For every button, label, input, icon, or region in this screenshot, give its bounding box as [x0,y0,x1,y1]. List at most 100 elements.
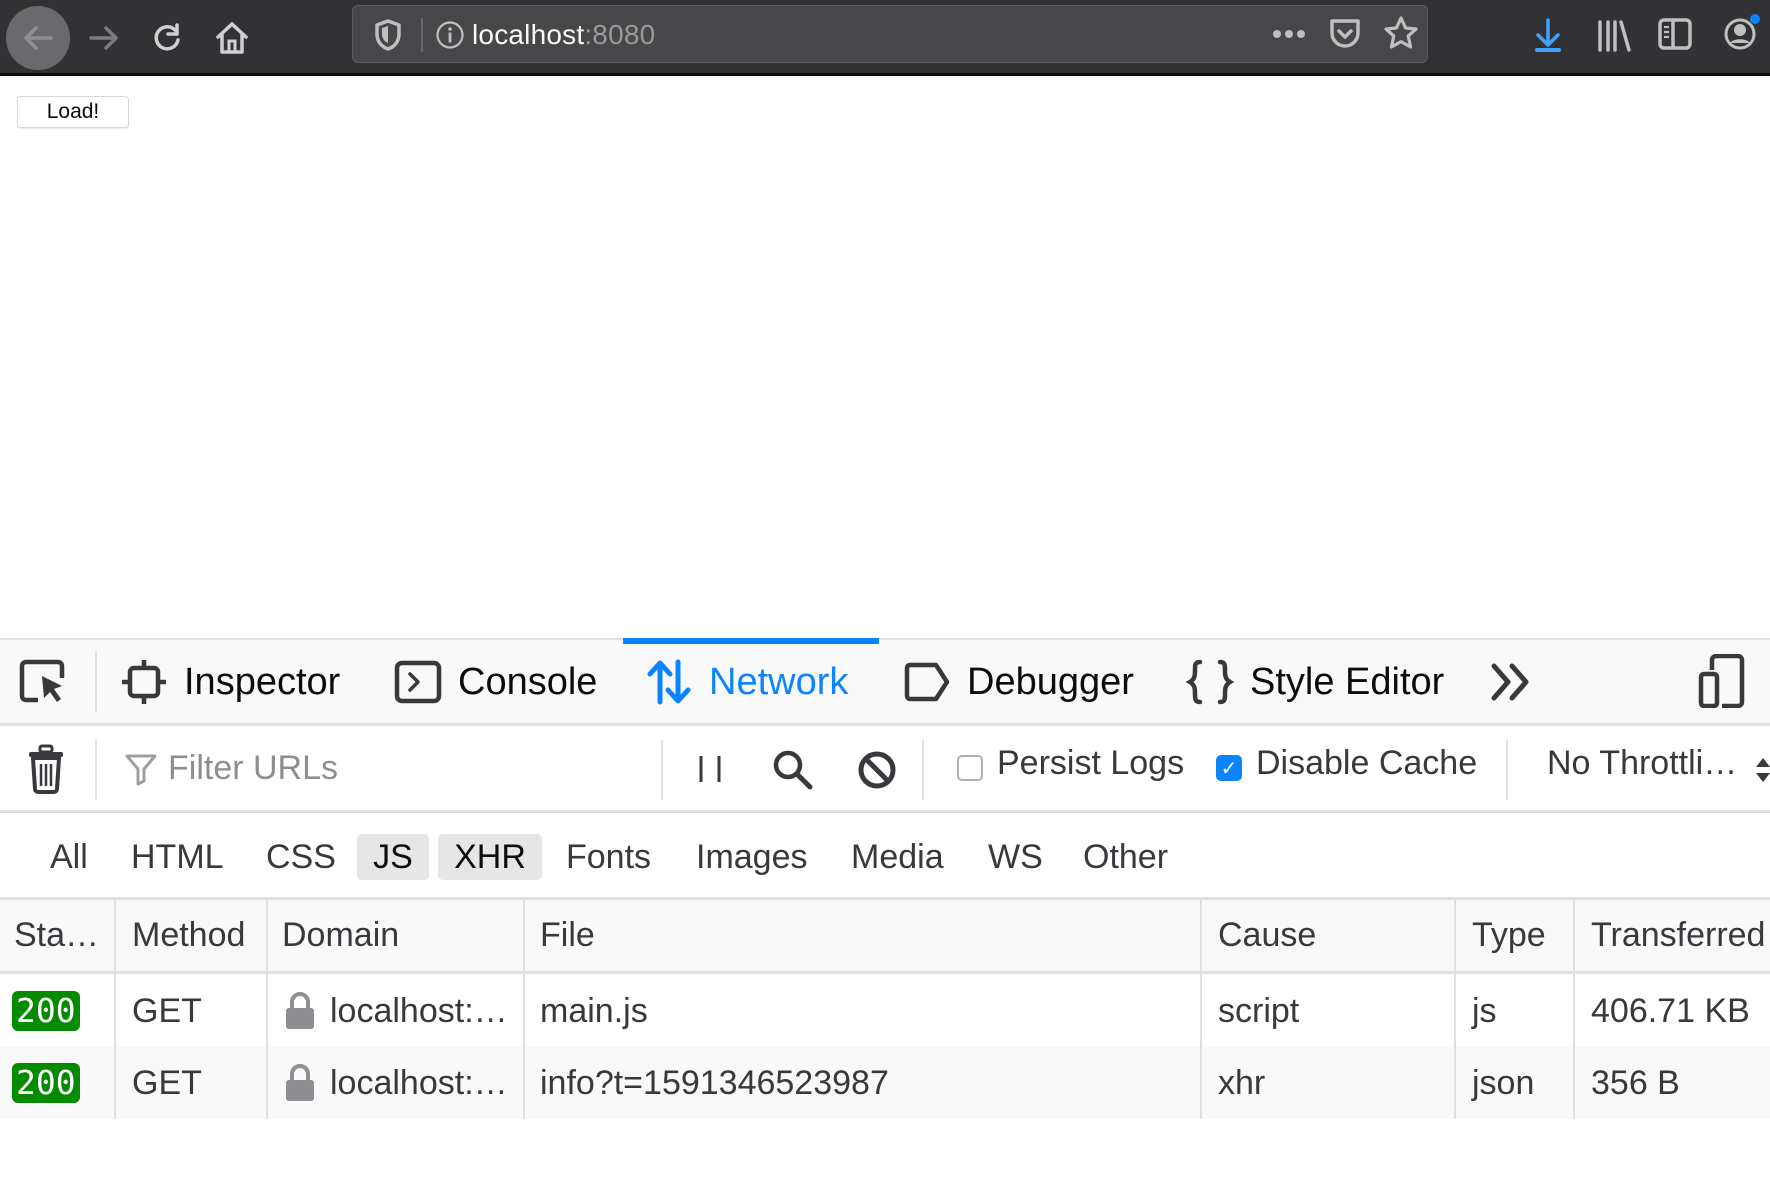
column-header-type[interactable]: Type [1456,900,1573,971]
column-header-domain[interactable]: Domain [268,900,523,971]
load-button[interactable]: Load! [17,96,129,128]
tab-label: Debugger [967,660,1134,703]
status-cell: 200 [0,1047,114,1119]
domain-text: localhost:… [330,1063,508,1102]
column-header-cause[interactable]: Cause [1202,900,1454,971]
status-cell: 200 [0,975,114,1047]
filter-html[interactable]: HTML [121,834,234,880]
back-icon [24,26,53,50]
account-button[interactable] [1722,14,1762,54]
back-button[interactable] [6,6,70,70]
responsive-design-icon [1698,653,1745,709]
tab-network[interactable]: Network [623,638,879,724]
block-requests-button[interactable] [856,749,898,791]
site-info-icon[interactable] [435,20,465,50]
tab-label: Console [458,660,598,703]
column-header-status[interactable]: Sta… [0,900,114,971]
url-bar[interactable]: localhost:8080 [352,5,1428,63]
status-badge: 200 [12,1063,80,1103]
bookmark-star-icon[interactable] [1383,15,1419,51]
column-resizer[interactable] [1200,900,1202,1119]
status-badge: 200 [12,991,80,1031]
throttling-value: No Throttli… [1547,744,1738,782]
request-type-filters: All HTML CSS JS XHR Fonts Images Media W… [0,813,1770,900]
tracking-protection-shield-icon[interactable] [373,18,403,52]
page-actions-ellipsis-icon[interactable] [1271,28,1307,40]
element-picker-icon [19,659,65,703]
persist-logs-label[interactable]: Persist Logs [997,744,1184,783]
filter-ws[interactable]: WS [978,834,1053,880]
funnel-icon [125,754,157,786]
filter-urls-input[interactable]: Filter URLs [118,736,658,800]
filter-label: HTML [131,837,224,876]
responsive-design-mode-button[interactable] [1698,653,1746,709]
column-header-transferred[interactable]: Transferred [1575,900,1770,971]
cause-cell: script [1218,991,1300,1030]
downloads-icon[interactable] [1531,17,1565,53]
select-arrows-icon[interactable] [1756,756,1770,784]
type-cell: js [1472,991,1497,1030]
filter-fonts[interactable]: Fonts [556,834,661,880]
tab-debugger[interactable]: Debugger [903,640,1134,724]
toolbar-divider [922,740,924,800]
search-button[interactable] [771,748,815,792]
devtools-panel: Inspector Console Network Debugger Style… [0,638,1770,1198]
filter-other[interactable]: Other [1073,834,1178,880]
filter-css[interactable]: CSS [256,834,346,880]
column-resizer[interactable] [1454,900,1456,1119]
file-cell: info?t=1591346523987 [540,1063,889,1102]
column-header-file[interactable]: File [525,900,1200,971]
pause-button[interactable] [694,750,726,790]
column-resizer[interactable] [523,900,525,1119]
network-arrows-icon [645,658,693,706]
cause-cell: xhr [1218,1063,1266,1102]
url-text[interactable]: localhost:8080 [472,19,655,51]
filter-xhr[interactable]: XHR [438,834,542,880]
element-picker-button[interactable] [18,658,74,708]
method-cell: GET [132,991,202,1030]
tab-console[interactable]: Console [394,640,597,724]
filter-label: All [50,837,88,876]
disable-cache-checkbox[interactable]: ✓ [1216,755,1242,781]
filter-js[interactable]: JS [357,834,429,880]
column-resizer[interactable] [266,900,268,1119]
lock-icon [286,1064,314,1101]
pause-icon [699,756,721,782]
filter-media[interactable]: Media [841,834,954,880]
filter-placeholder: Filter URLs [168,748,339,787]
filter-label: XHR [454,837,526,876]
inspector-icon [120,658,168,706]
checkmark-icon: ✓ [1220,757,1238,780]
filter-label: Media [851,837,944,876]
forward-icon [89,26,118,50]
type-cell: json [1472,1063,1535,1102]
reload-button[interactable] [136,6,200,70]
tab-inspector[interactable]: Inspector [120,640,340,724]
tab-divider [95,652,97,712]
double-chevron-right-icon [1491,663,1529,701]
search-icon [773,750,813,790]
filter-images[interactable]: Images [686,834,818,880]
transferred-cell: 406.71 KB [1591,991,1750,1030]
library-icon[interactable] [1596,18,1632,52]
sidebar-icon[interactable] [1658,18,1692,50]
disable-cache-label[interactable]: Disable Cache [1256,744,1477,783]
forward-button[interactable] [72,6,136,70]
url-port: :8080 [584,19,656,50]
network-toolbar: Filter URLs Persist Logs ✓ Disable Cache… [0,726,1770,813]
url-divider [421,18,423,52]
account-notification-badge [1750,14,1760,24]
column-resizer[interactable] [1573,900,1575,1119]
more-tools-button[interactable] [1490,658,1534,706]
file-cell: main.js [540,991,648,1030]
persist-logs-checkbox[interactable] [957,755,983,781]
pocket-icon[interactable] [1328,17,1362,51]
filter-all[interactable]: All [40,834,98,880]
throttling-select[interactable]: No Throttli… [1547,744,1737,783]
clear-button[interactable] [26,744,68,794]
column-resizer[interactable] [114,900,116,1119]
home-button[interactable] [200,6,264,70]
column-header-method[interactable]: Method [116,900,266,971]
domain-cell: localhost:… [268,1047,523,1119]
tab-style-editor[interactable]: Style Editor [1186,640,1444,724]
